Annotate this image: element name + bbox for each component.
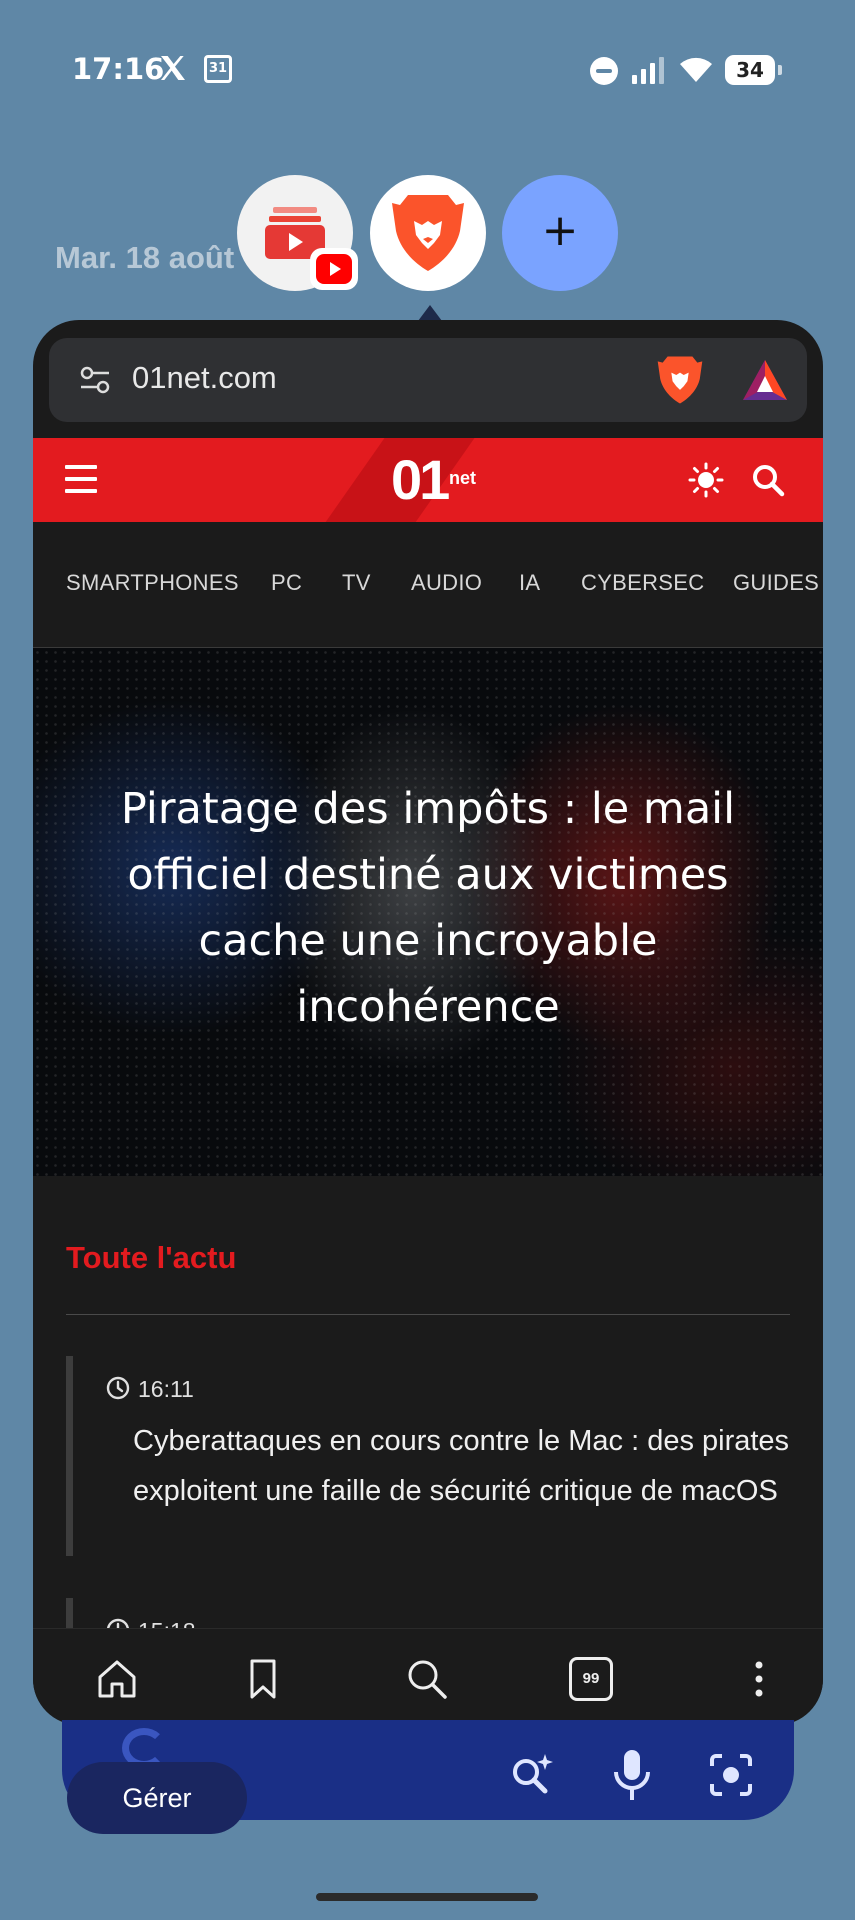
article-marker <box>66 1356 73 1556</box>
lens-icon[interactable] <box>706 1750 756 1800</box>
theme-toggle-icon[interactable] <box>688 462 724 498</box>
add-icon: + <box>541 205 579 256</box>
web-content: 01 net SMARTPHONES PC TV AUDIO IA CYBERS… <box>33 438 823 1628</box>
home-date: Mar. 18 août <box>55 240 235 275</box>
home-indicator[interactable] <box>316 1893 538 1901</box>
brave-icon <box>392 195 464 271</box>
search-icon[interactable] <box>750 462 786 498</box>
nav-item-audio[interactable]: AUDIO <box>411 570 482 596</box>
wifi-icon <box>680 57 712 82</box>
search-icon[interactable] <box>405 1657 449 1701</box>
logo-text: 01 <box>391 448 450 511</box>
bat-rewards-icon[interactable] <box>741 358 789 402</box>
brave-bubble[interactable] <box>370 175 486 291</box>
nav-item-smartphones[interactable]: SMARTPHONES <box>66 570 239 596</box>
youtube-icon <box>316 254 352 284</box>
article-time: 15:18 <box>138 1618 196 1628</box>
nav-item-cybersec[interactable]: CYBERSEC <box>581 570 704 596</box>
hero-title[interactable]: Piratage des impôts : le mail officiel d… <box>73 776 783 1040</box>
bubble-pointer <box>418 305 442 321</box>
logo-subtext: net <box>449 468 476 488</box>
add-bubble[interactable]: + <box>502 175 618 291</box>
do-not-disturb-icon <box>590 57 618 85</box>
nav-item-ia[interactable]: IA <box>519 570 540 596</box>
brave-shields-icon[interactable] <box>655 354 705 406</box>
url-text[interactable]: 01net.com <box>132 360 277 396</box>
site-header: 01 net <box>33 438 823 522</box>
url-bar[interactable]: 01net.com <box>49 338 807 422</box>
bookmark-icon[interactable] <box>241 1657 285 1701</box>
list-item[interactable]: 15:18 <box>66 1598 790 1628</box>
menu-icon[interactable] <box>65 465 97 493</box>
category-nav: SMARTPHONES PC TV AUDIO IA CYBERSEC GUID… <box>33 522 823 648</box>
home-icon[interactable] <box>95 1657 139 1701</box>
x-icon <box>161 56 185 80</box>
nav-item-tv[interactable]: TV <box>342 570 371 596</box>
section-divider <box>66 1314 790 1315</box>
article-time: 16:11 <box>138 1376 194 1402</box>
status-bar: 17:16 31 34 <box>0 0 855 140</box>
nav-item-pc[interactable]: PC <box>271 570 302 596</box>
calendar-icon: 31 <box>204 55 232 83</box>
manage-button[interactable]: Gérer <box>67 1762 247 1834</box>
clock-icon <box>106 1376 130 1400</box>
bottom-toolbar: 99 <box>33 1628 823 1725</box>
signal-icon <box>632 57 664 84</box>
battery-icon: 34 <box>725 55 782 85</box>
hero-article[interactable]: Piratage des impôts : le mail officiel d… <box>33 648 823 1176</box>
tabs-icon[interactable]: 99 <box>569 1657 613 1701</box>
more-icon[interactable] <box>737 1657 781 1701</box>
article-title[interactable]: Cyberattaques en cours contre le Mac : d… <box>133 1416 793 1516</box>
mic-icon[interactable] <box>610 1748 654 1804</box>
ai-search-icon[interactable] <box>507 1750 557 1800</box>
clock: 17:16 <box>72 52 165 86</box>
site-logo[interactable]: 01 net <box>391 448 476 511</box>
youtube-badge <box>310 248 358 290</box>
nav-item-guides[interactable]: GUIDES D <box>733 570 823 596</box>
clock-icon <box>106 1618 130 1628</box>
section-title[interactable]: Toute l'actu <box>66 1240 236 1276</box>
article-marker <box>66 1598 73 1628</box>
site-settings-icon[interactable] <box>79 364 111 396</box>
list-item[interactable]: 16:11 Cyberattaques en cours contre le M… <box>66 1356 790 1556</box>
browser-bubble-window: 01net.com 01 net SMARTPHONES PC TV AUDIO… <box>33 320 823 1725</box>
